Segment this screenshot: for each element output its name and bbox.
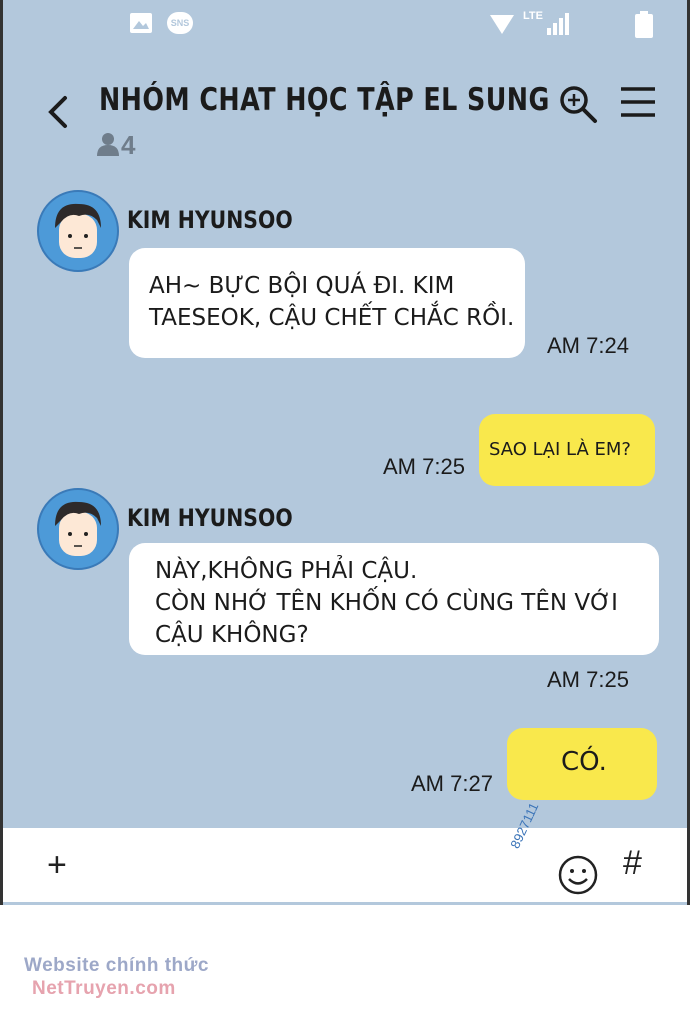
avatar-face-icon (55, 203, 101, 258)
person-icon (97, 133, 119, 156)
emoji-icon[interactable] (557, 854, 599, 896)
message-bubble[interactable]: CÓ. (507, 728, 657, 800)
message-time: AM 7:24 (547, 333, 629, 358)
chat-title: NHÓM CHAT HỌC TẬP EL SUNG (99, 82, 550, 118)
message-bubble[interactable]: SAO LẠI LÀ EM? (479, 414, 655, 486)
sender-name: KIM HYUNSOO (127, 206, 293, 234)
lte-label: LTE (523, 10, 543, 22)
message-text: CÓ. (561, 747, 607, 777)
message-text: AH~ BỰC BỘI QUÁ ĐI. KIM TAESEOK, CẬU CHẾ… (149, 273, 515, 331)
message-bubble[interactable]: AH~ BỰC BỘI QUÁ ĐI. KIM TAESEOK, CẬU CHẾ… (129, 248, 525, 358)
avatar-face-icon (55, 501, 101, 556)
sender-name: KIM HYUNSOO (127, 504, 293, 532)
search-icon[interactable] (558, 84, 598, 124)
message-time: AM 7:27 (411, 771, 493, 796)
input-bar: + # (3, 828, 687, 902)
menu-icon[interactable] (619, 86, 657, 120)
chat-header: NHÓM CHAT HỌC TẬP EL SUNG 4 (3, 70, 687, 170)
message-text: SAO LẠI LÀ EM? (489, 439, 631, 460)
member-count-number: 4 (121, 130, 136, 160)
battery-icon (635, 11, 653, 38)
wifi-icon (490, 15, 514, 34)
avatar[interactable] (37, 488, 119, 570)
hash-button[interactable]: # (623, 844, 642, 883)
footer-website-link[interactable]: NetTruyen.com (32, 978, 176, 1000)
footer-website-label: Website chính thức (24, 955, 209, 976)
message-time: AM 7:25 (547, 667, 629, 692)
message-text: NÀY,KHÔNG PHẢI CẬU. CÒN NHỚ TÊN KHỐN CÓ … (155, 558, 618, 648)
phone-screen: SNS LTE NHÓM CHAT HỌC TẬP EL SUNG 4 KIM … (0, 0, 690, 905)
message-bubble[interactable]: NÀY,KHÔNG PHẢI CẬU. CÒN NHỚ TÊN KHỐN CÓ … (129, 543, 659, 655)
plus-button[interactable]: + (47, 846, 67, 885)
avatar[interactable] (37, 190, 119, 272)
image-icon (130, 13, 152, 33)
message-time: AM 7:25 (383, 454, 465, 479)
member-count[interactable]: 4 (95, 130, 135, 161)
signal-icon (547, 13, 569, 35)
status-bar: SNS LTE (3, 0, 687, 48)
sns-icon: SNS (167, 12, 193, 34)
back-arrow-icon[interactable] (43, 92, 73, 132)
